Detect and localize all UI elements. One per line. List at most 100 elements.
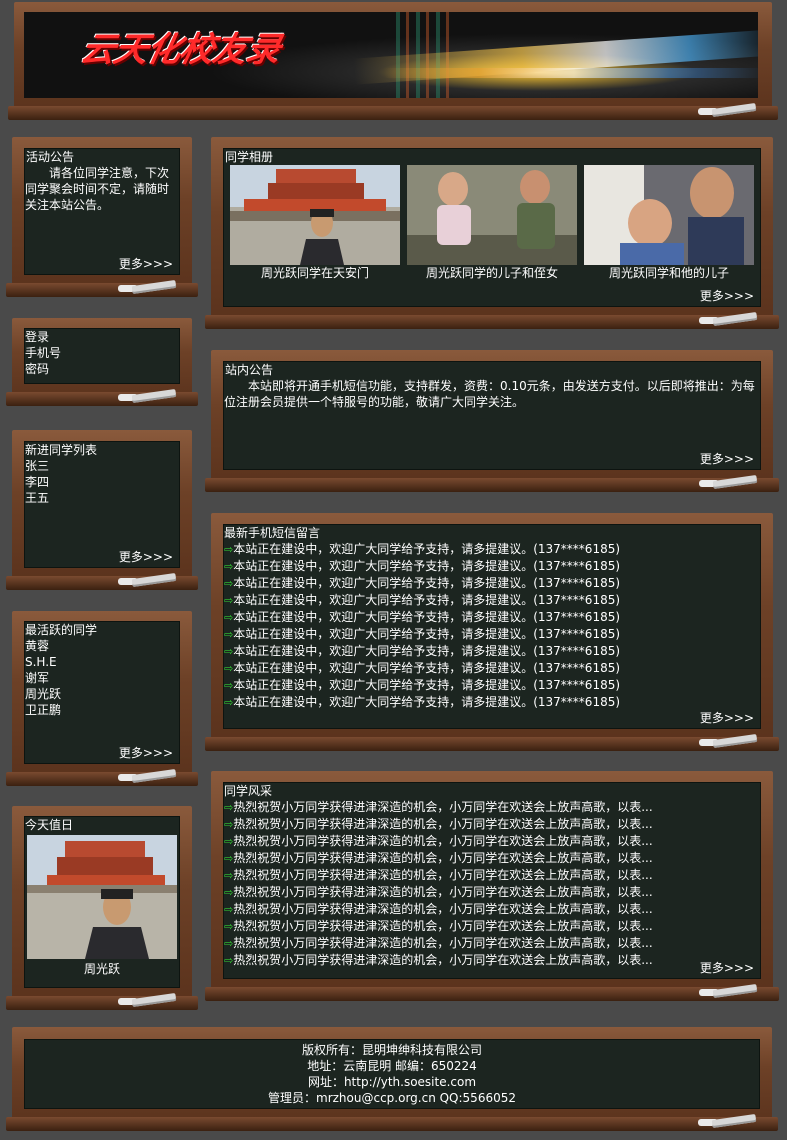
footer-board: 版权所有：昆明坤绅科技有限公司 地址：云南昆明 邮编：650224 网址：htt… [6,1027,778,1131]
arrow-right-icon: ⇨ [224,869,234,882]
arrow-right-icon: ⇨ [224,611,234,624]
style-item[interactable]: ⇨热烈祝贺小万同学获得进津深造的机会，小万同学在欢送会上放声高歌，以表... [224,918,760,935]
site-notice-board: 站内公告 本站即将开通手机短信功能，支持群发，资费：0.10元条，由发送方支付。… [205,350,779,492]
arrow-right-icon: ⇨ [224,543,234,556]
active-member-link[interactable]: 黄蓉 [25,638,179,654]
sms-board: 最新手机短信留言 ⇨本站正在建设中，欢迎广大同学给予支持，请多提建议。(137*… [205,513,779,751]
active-title: 最活跃的同学 [25,623,98,637]
active-board: 最活跃的同学 黄蓉 S.H.E 谢军 周光跃 卫正鹏 更多>>> [6,611,198,786]
notice-text: 请各位同学注意，下次同学聚会时间不定，请随时关注本站公告。 [25,166,170,212]
notice-board: 活动公告 请各位同学注意，下次同学聚会时间不定，请随时关注本站公告。 更多>>> [6,137,198,297]
notice-more-link[interactable]: 更多>>> [119,256,173,272]
member-link[interactable]: 张三 [25,458,179,474]
arrow-right-icon: ⇨ [224,801,234,814]
new-members-more-link[interactable]: 更多>>> [119,549,173,565]
sms-more-link[interactable]: 更多>>> [700,710,754,726]
sms-message[interactable]: ⇨本站正在建设中，欢迎广大同学给予支持，请多提建议。(137****6185) [224,558,760,575]
active-member-link[interactable]: 周光跃 [25,686,179,702]
chalk-icon [699,311,758,327]
sms-message[interactable]: ⇨本站正在建设中，欢迎广大同学给予支持，请多提建议。(137****6185) [224,677,760,694]
arrow-right-icon: ⇨ [224,679,234,692]
duty-board: 今天值日 周光跃 [6,806,198,1010]
album-photo-1[interactable] [230,165,400,265]
footer-copyright: 版权所有：昆明坤绅科技有限公司 [301,1043,482,1057]
sms-message[interactable]: ⇨本站正在建设中，欢迎广大同学给予支持，请多提建议。(137****6185) [224,541,760,558]
style-item[interactable]: ⇨热烈祝贺小万同学获得进津深造的机会，小万同学在欢送会上放声高歌，以表... [224,867,760,884]
footer-admin[interactable]: 管理员：mrzhou@ccp.org.cn QQ:5566052 [25,1090,759,1106]
album-caption[interactable]: 周光跃同学和他的儿子 [581,265,757,281]
chalk-icon [699,733,758,749]
member-link[interactable]: 王五 [25,490,179,506]
arrow-right-icon: ⇨ [224,662,234,675]
sms-message[interactable]: ⇨本站正在建设中，欢迎广大同学给予支持，请多提建议。(137****6185) [224,609,760,626]
duty-name[interactable]: 周光跃 [25,961,179,977]
style-title: 同学风采 [224,784,273,798]
style-item[interactable]: ⇨热烈祝贺小万同学获得进津深造的机会，小万同学在欢送会上放声高歌，以表... [224,952,760,969]
notice-title: 活动公告 [26,150,75,164]
sms-message[interactable]: ⇨本站正在建设中，欢迎广大同学给予支持，请多提建议。(137****6185) [224,660,760,677]
arrow-right-icon: ⇨ [224,903,234,916]
new-members-title: 新进同学列表 [25,443,98,457]
sms-message[interactable]: ⇨本站正在建设中，欢迎广大同学给予支持，请多提建议。(137****6185) [224,575,760,592]
album-caption[interactable]: 周光跃同学在天安门 [227,265,403,281]
arrow-right-icon: ⇨ [224,696,234,709]
arrow-right-icon: ⇨ [224,645,234,658]
style-board: 同学风采 ⇨热烈祝贺小万同学获得进津深造的机会，小万同学在欢送会上放声高歌，以表… [205,771,779,1001]
site-notice-text: 本站即将开通手机短信功能，支持群发，资费：0.10元条，由发送方支付。以后即将推… [224,379,755,409]
arrow-right-icon: ⇨ [224,594,234,607]
arrow-right-icon: ⇨ [224,560,234,573]
duty-title: 今天值日 [25,818,74,832]
chalk-icon [699,983,758,999]
active-member-link[interactable]: 卫正鹏 [25,702,179,718]
arrow-right-icon: ⇨ [224,577,234,590]
sms-message[interactable]: ⇨本站正在建设中，欢迎广大同学给予支持，请多提建议。(137****6185) [224,643,760,660]
album-more-link[interactable]: 更多>>> [700,288,754,304]
arrow-right-icon: ⇨ [224,628,234,641]
password-label: 密码 [25,362,50,376]
album-title: 同学相册 [225,150,274,164]
style-item[interactable]: ⇨热烈祝贺小万同学获得进津深造的机会，小万同学在欢送会上放声高歌，以表... [224,935,760,952]
arrow-right-icon: ⇨ [224,954,234,967]
phone-label: 手机号 [25,346,62,360]
chalk-icon [698,102,757,118]
arrow-right-icon: ⇨ [224,835,234,848]
active-member-link[interactable]: S.H.E [25,654,179,670]
chalk-icon [698,1113,757,1129]
duty-photo[interactable] [27,835,177,959]
login-board: 登录 手机号 密码 [6,318,198,406]
style-item[interactable]: ⇨热烈祝贺小万同学获得进津深造的机会，小万同学在欢送会上放声高歌，以表... [224,799,760,816]
arrow-right-icon: ⇨ [224,852,234,865]
style-more-link[interactable]: 更多>>> [700,960,754,976]
album-photo-2[interactable] [407,165,577,265]
footer-website[interactable]: 网址：http://yth.soesite.com [25,1074,759,1090]
chalk-icon [118,992,177,1008]
chalk-icon [118,279,177,295]
new-members-board: 新进同学列表 张三 李四 王五 更多>>> [6,430,198,590]
sms-message[interactable]: ⇨本站正在建设中，欢迎广大同学给予支持，请多提建议。(137****6185) [224,592,760,609]
site-notice-more-link[interactable]: 更多>>> [700,451,754,467]
style-item[interactable]: ⇨热烈祝贺小万同学获得进津深造的机会，小万同学在欢送会上放声高歌，以表... [224,884,760,901]
active-more-link[interactable]: 更多>>> [119,745,173,761]
sms-message[interactable]: ⇨本站正在建设中，欢迎广大同学给予支持，请多提建议。(137****6185) [224,626,760,643]
style-item[interactable]: ⇨热烈祝贺小万同学获得进津深造的机会，小万同学在欢送会上放声高歌，以表... [224,833,760,850]
sms-title: 最新手机短信留言 [224,526,321,540]
album-caption[interactable]: 周光跃同学的儿子和侄女 [404,265,580,281]
style-item[interactable]: ⇨热烈祝贺小万同学获得进津深造的机会，小万同学在欢送会上放声高歌，以表... [224,901,760,918]
site-notice-title: 站内公告 [225,363,274,377]
arrow-right-icon: ⇨ [224,937,234,950]
member-link[interactable]: 李四 [25,474,179,490]
site-title: 云天化校友录 [77,30,284,70]
active-member-link[interactable]: 谢军 [25,670,179,686]
style-item[interactable]: ⇨热烈祝贺小万同学获得进津深造的机会，小万同学在欢送会上放声高歌，以表... [224,850,760,867]
site-banner: 云天化校友录 [24,12,758,98]
login-title: 登录 [25,330,50,344]
arrow-right-icon: ⇨ [224,818,234,831]
header-board: 云天化校友录 [8,2,778,120]
style-item[interactable]: ⇨热烈祝贺小万同学获得进津深造的机会，小万同学在欢送会上放声高歌，以表... [224,816,760,833]
album-photo-3[interactable] [584,165,754,265]
chalk-icon [118,388,177,404]
album-board: 同学相册 周光跃同学在天安门 周光跃同学的儿子和侄女 周光跃同学和他的儿子 更多… [205,137,779,329]
footer-address: 地址：云南昆明 邮编：650224 [307,1059,477,1073]
arrow-right-icon: ⇨ [224,920,234,933]
sms-message[interactable]: ⇨本站正在建设中，欢迎广大同学给予支持，请多提建议。(137****6185) [224,694,760,711]
